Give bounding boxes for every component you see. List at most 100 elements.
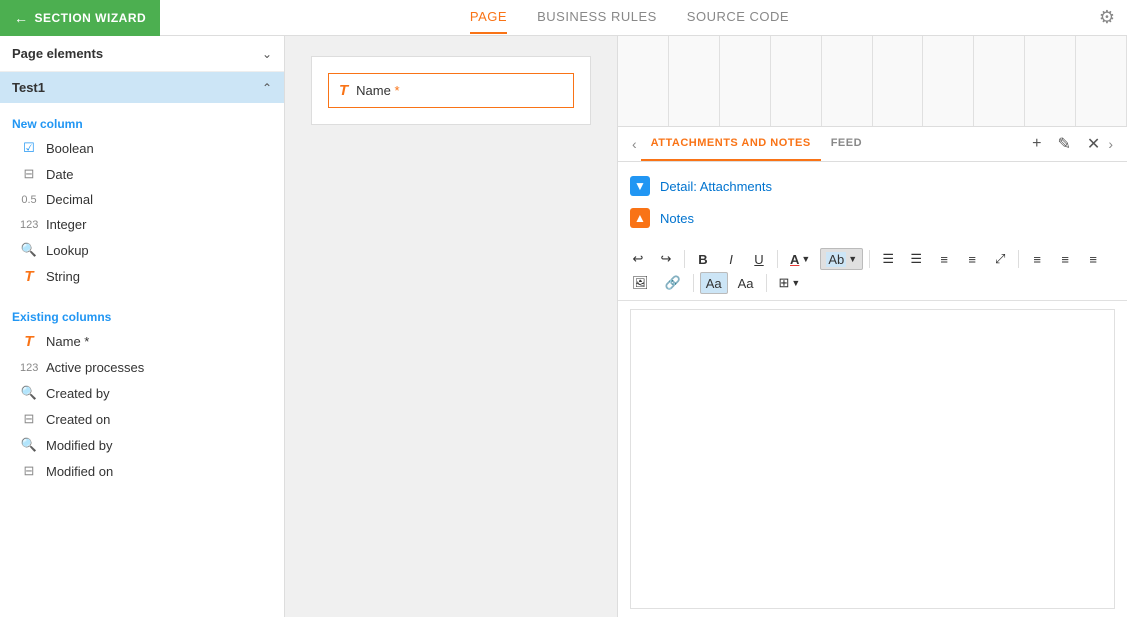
toolbar-separator-1 bbox=[684, 250, 685, 268]
sidebar-item-lookup[interactable]: 🔍 Lookup bbox=[0, 237, 284, 263]
italic-button[interactable]: I bbox=[719, 248, 743, 270]
integer-label: Integer bbox=[46, 217, 86, 232]
sidebar-item-string[interactable]: T String bbox=[0, 263, 284, 290]
toolbar-separator-5 bbox=[693, 274, 694, 292]
sidebar-item-modified-on[interactable]: ⊟ Modified on bbox=[0, 458, 284, 484]
grid-cell-3 bbox=[720, 36, 771, 126]
rte-toolbar: ↩ ↪ B I U A ▼ Ab ▼ ☰ ☰ ≡ ≡ bbox=[618, 242, 1127, 301]
sidebar-item-name[interactable]: T Name * bbox=[0, 328, 284, 355]
created-by-icon: 🔍 bbox=[20, 385, 38, 401]
image-button[interactable]: 🖼 bbox=[626, 272, 655, 294]
indent-inc-button[interactable]: ≡ bbox=[960, 248, 984, 270]
unordered-list-button[interactable]: ☰ bbox=[904, 248, 928, 270]
grid-cell-8 bbox=[974, 36, 1025, 126]
modified-by-label: Modified by bbox=[46, 438, 112, 453]
grid-cell-2 bbox=[669, 36, 720, 126]
settings-gear-icon[interactable]: ⚙ bbox=[1099, 7, 1115, 28]
string-icon: T bbox=[20, 268, 38, 285]
lookup-icon: 🔍 bbox=[20, 242, 38, 258]
modified-by-icon: 🔍 bbox=[20, 437, 38, 453]
tab-source-code[interactable]: SOURCE CODE bbox=[687, 1, 789, 34]
sidebar-item-active-processes[interactable]: 123 Active processes bbox=[0, 355, 284, 380]
field-type-icon: T bbox=[339, 82, 348, 99]
sidebar-item-modified-by[interactable]: 🔍 Modified by bbox=[0, 432, 284, 458]
indent-dec-button[interactable]: ≡ bbox=[932, 248, 956, 270]
ordered-list-button[interactable]: ☰ bbox=[876, 248, 900, 270]
close-button[interactable]: ✕ bbox=[1083, 132, 1104, 156]
notes-icon: ▲ bbox=[630, 208, 650, 228]
table-button[interactable]: ⊞ ▼ bbox=[773, 272, 807, 294]
detail-attachments-row[interactable]: ▼ Detail: Attachments bbox=[630, 170, 1115, 202]
panel-next-button[interactable]: › bbox=[1104, 128, 1117, 160]
existing-columns-section: Existing columns T Name * 123 Active pro… bbox=[0, 296, 284, 490]
panel-tabs: ‹ ATTACHMENTS AND NOTES FEED + ✎ ✕ › bbox=[618, 127, 1127, 162]
boolean-label: Boolean bbox=[46, 141, 94, 156]
panel-prev-button[interactable]: ‹ bbox=[628, 128, 641, 160]
existing-columns-header: Existing columns bbox=[0, 302, 284, 328]
align-left-button[interactable]: ≡ bbox=[1025, 248, 1049, 270]
sidebar-item-integer[interactable]: 123 Integer bbox=[0, 212, 284, 237]
active-processes-label: Active processes bbox=[46, 360, 144, 375]
date-icon: ⊟ bbox=[20, 166, 38, 182]
grid-cell-10 bbox=[1076, 36, 1127, 126]
panel-actions: + ✎ ✕ bbox=[1028, 132, 1104, 156]
created-by-label: Created by bbox=[46, 386, 110, 401]
sidebar-item-decimal[interactable]: 0.5 Decimal bbox=[0, 187, 284, 212]
grid-cell-5 bbox=[822, 36, 873, 126]
name-icon: T bbox=[20, 333, 38, 350]
add-button[interactable]: + bbox=[1028, 133, 1045, 155]
section-wizard-button[interactable]: ← SECTION WIZARD bbox=[0, 0, 160, 36]
page-elements-header[interactable]: Page elements ⌄ bbox=[0, 36, 284, 72]
toolbar-separator-4 bbox=[1018, 250, 1019, 268]
date-label: Date bbox=[46, 167, 73, 182]
test1-group-header[interactable]: Test1 ⌃ bbox=[0, 72, 284, 103]
new-columns-section: New column ☑ Boolean ⊟ Date 0.5 Decimal … bbox=[0, 103, 284, 296]
lookup-label: Lookup bbox=[46, 243, 89, 258]
back-arrow-icon: ← bbox=[14, 10, 29, 26]
notes-row[interactable]: ▲ Notes bbox=[630, 202, 1115, 234]
font-size-aa2-button[interactable]: Aa bbox=[732, 272, 760, 294]
rte-row-2: 🖼 🔗 Aa Aa ⊞ ▼ bbox=[626, 272, 1119, 294]
bold-button[interactable]: B bbox=[691, 248, 715, 270]
top-tabs: PAGE BUSINESS RULES SOURCE CODE bbox=[160, 1, 1099, 34]
decimal-label: Decimal bbox=[46, 192, 93, 207]
main-content: Page elements ⌄ Test1 ⌃ New column ☑ Boo… bbox=[0, 36, 1127, 617]
rte-content-area[interactable] bbox=[630, 309, 1115, 609]
underline-button[interactable]: U bbox=[747, 248, 771, 270]
panel-grid-preview bbox=[618, 36, 1127, 127]
test1-chevron-icon: ⌃ bbox=[262, 81, 272, 95]
sidebar-item-date[interactable]: ⊟ Date bbox=[0, 161, 284, 187]
detail-attachments-label: Detail: Attachments bbox=[660, 179, 772, 194]
grid-cell-1 bbox=[618, 36, 669, 126]
attachments-icon: ▼ bbox=[630, 176, 650, 196]
page-elements-label: Page elements bbox=[12, 46, 103, 61]
toolbar-separator-6 bbox=[766, 274, 767, 292]
highlight-button[interactable]: Ab ▼ bbox=[820, 248, 863, 270]
rte-row-1: ↩ ↪ B I U A ▼ Ab ▼ ☰ ☰ ≡ ≡ bbox=[626, 248, 1119, 270]
align-center-button[interactable]: ≡ bbox=[1053, 248, 1077, 270]
redo-button[interactable]: ↪ bbox=[654, 248, 678, 270]
created-on-label: Created on bbox=[46, 412, 110, 427]
test1-group-label: Test1 bbox=[12, 80, 45, 95]
tab-feed[interactable]: FEED bbox=[821, 127, 872, 161]
canvas-field-name[interactable]: T Name * bbox=[328, 73, 574, 108]
tab-attachments-notes[interactable]: ATTACHMENTS AND NOTES bbox=[641, 127, 821, 161]
link-button[interactable]: 🔗 bbox=[659, 272, 687, 294]
sidebar-item-boolean[interactable]: ☑ Boolean bbox=[0, 135, 284, 161]
panel-content: ▼ Detail: Attachments ▲ Notes bbox=[618, 162, 1127, 242]
notes-label: Notes bbox=[660, 211, 694, 226]
boolean-icon: ☑ bbox=[20, 140, 38, 156]
field-name-label: Name * bbox=[356, 83, 399, 98]
canvas-area: T Name * bbox=[285, 36, 617, 617]
font-size-aa-button[interactable]: Aa bbox=[700, 272, 728, 294]
expand-button[interactable]: ⤢ bbox=[988, 248, 1012, 270]
toolbar-separator-2 bbox=[777, 250, 778, 268]
font-color-button[interactable]: A ▼ bbox=[784, 248, 816, 270]
sidebar-item-created-by[interactable]: 🔍 Created by bbox=[0, 380, 284, 406]
edit-button[interactable]: ✎ bbox=[1054, 132, 1075, 156]
align-right-button[interactable]: ≡ bbox=[1081, 248, 1105, 270]
tab-business-rules[interactable]: BUSINESS RULES bbox=[537, 1, 657, 34]
sidebar-item-created-on[interactable]: ⊟ Created on bbox=[0, 406, 284, 432]
tab-page[interactable]: PAGE bbox=[470, 1, 507, 34]
undo-button[interactable]: ↩ bbox=[626, 248, 650, 270]
